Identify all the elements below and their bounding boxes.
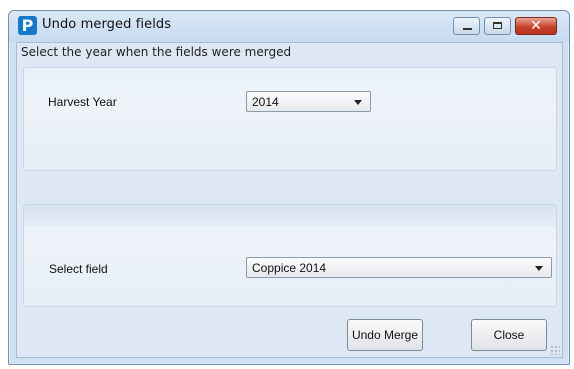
undo-merge-button[interactable]: Undo Merge: [347, 319, 423, 351]
maximize-button[interactable]: [484, 17, 511, 35]
dialog-body: Select the year when the fields were mer…: [16, 42, 563, 358]
title-bar[interactable]: P Undo merged fields ✕: [9, 11, 569, 42]
maximize-icon: [493, 22, 502, 29]
instruction-text: Select the year when the fields were mer…: [21, 45, 292, 59]
chevron-down-icon: [535, 266, 543, 271]
minimize-button[interactable]: [453, 17, 480, 35]
select-field-value: Coppice 2014: [252, 261, 327, 275]
close-icon: ✕: [530, 18, 542, 34]
select-field-dropdown[interactable]: Coppice 2014: [246, 257, 552, 278]
dialog-window: P Undo merged fields ✕ Select the year w…: [8, 10, 570, 365]
field-select-panel: Select field Coppice 2014: [23, 204, 557, 307]
harvest-year-value: 2014: [252, 95, 279, 109]
app-icon: P: [18, 16, 37, 35]
select-field-label: Select field: [49, 262, 108, 276]
harvest-year-panel: Harvest Year 2014: [23, 67, 557, 171]
close-window-button[interactable]: ✕: [515, 17, 557, 35]
chevron-down-icon: [354, 100, 362, 105]
harvest-year-dropdown[interactable]: 2014: [246, 91, 371, 112]
window-title: Undo merged fields: [42, 17, 172, 32]
panel-header-shade: [24, 205, 556, 227]
harvest-year-label: Harvest Year: [48, 95, 117, 109]
minimize-icon: [463, 28, 472, 30]
resize-grip[interactable]: [550, 345, 560, 355]
close-button[interactable]: Close: [471, 319, 547, 351]
